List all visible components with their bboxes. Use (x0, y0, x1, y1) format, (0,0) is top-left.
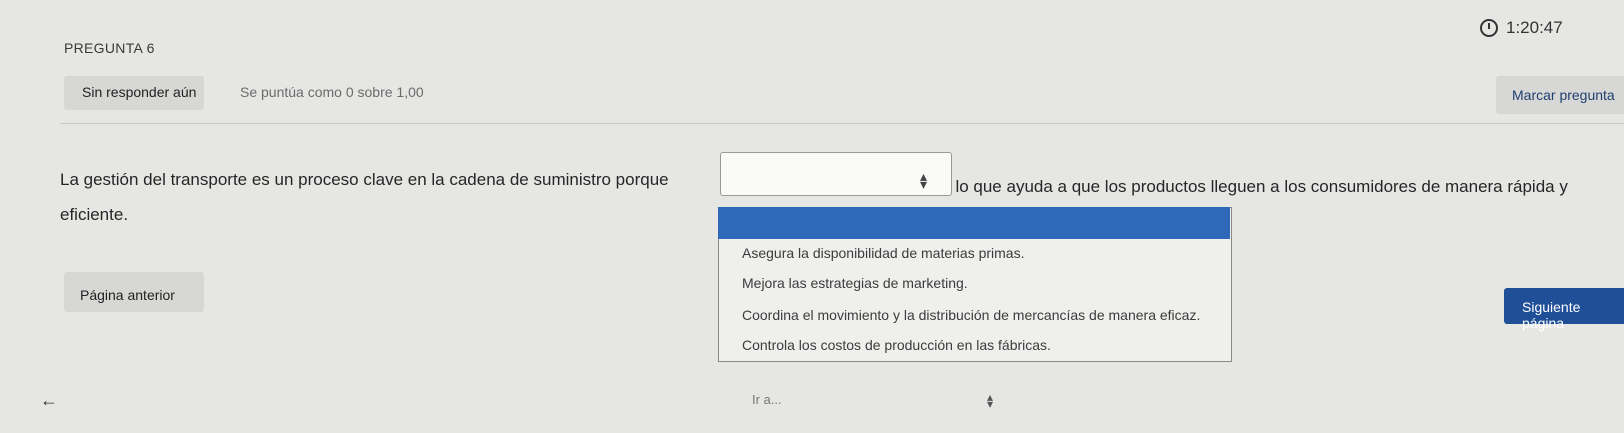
dropdown-option[interactable]: Controla los costos de producción en las… (742, 337, 1051, 353)
arrow-left-icon[interactable]: ← (40, 390, 58, 411)
timer-text: 1:20:47 (1506, 18, 1563, 37)
question-text-end: eficiente. (60, 205, 129, 224)
updown-arrows-icon: ▴ ▾ (920, 168, 928, 192)
goto-select[interactable]: Ir a... (752, 392, 782, 407)
grade-text: Se puntúa como 0 sobre 1,00 (240, 84, 424, 100)
prev-page-label[interactable]: Página anterior (80, 287, 175, 303)
dropdown-option[interactable]: Mejora las estrategias de marketing. (742, 275, 968, 291)
divider (60, 123, 1624, 124)
dropdown-option[interactable]: Coordina el movimiento y la distribución… (742, 307, 1200, 323)
clock-icon (1480, 19, 1498, 37)
answer-select[interactable] (720, 152, 952, 196)
question-text: La gestión del transporte es un proceso … (60, 170, 669, 189)
timer: 1:20:47 (1480, 18, 1563, 38)
question-text-continued: , lo que ayuda a que los productos llegu… (946, 177, 1568, 196)
updown-arrows-icon: ▴ ▾ (987, 390, 994, 411)
status-text: Sin responder aún (82, 84, 197, 100)
next-page-label[interactable]: Siguiente página (1522, 299, 1624, 331)
flag-question-label[interactable]: Marcar pregunta (1512, 87, 1615, 103)
dropdown-highlight[interactable] (718, 207, 1230, 239)
dropdown-option[interactable]: Asegura la disponibilidad de materias pr… (742, 245, 1024, 261)
question-number: PREGUNTA 6 (64, 40, 155, 56)
